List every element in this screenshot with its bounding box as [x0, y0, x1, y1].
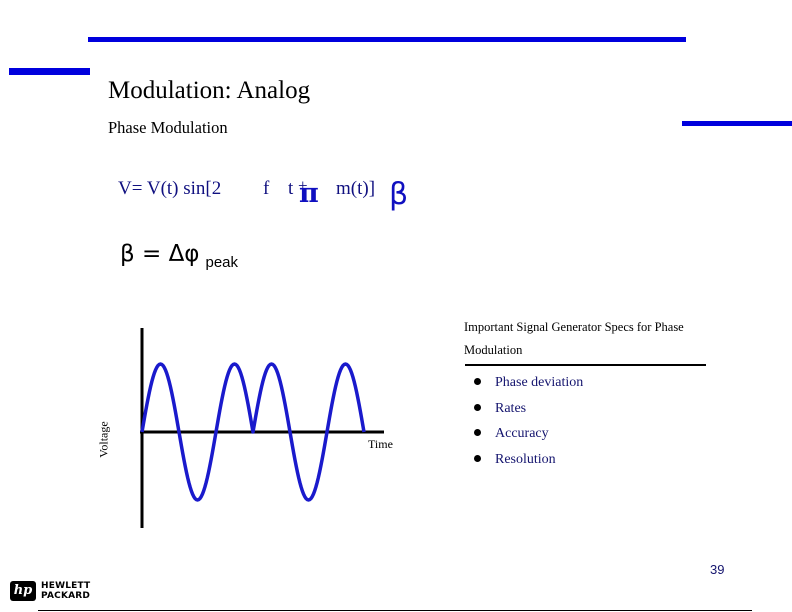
company-line-1: HEWLETT — [41, 581, 91, 591]
company-line-2: PACKARD — [41, 591, 91, 601]
footer-divider — [38, 610, 752, 611]
specs-list-item: Resolution — [474, 449, 583, 475]
bullet-icon — [474, 454, 481, 462]
specs-list: Phase deviation Rates Accuracy Resolutio… — [474, 372, 583, 474]
bullet-icon — [474, 403, 481, 411]
waveform-diagram — [140, 328, 384, 528]
x-axis-label: Time — [368, 437, 393, 451]
hp-logo: hp HEWLETT PACKARD — [10, 581, 100, 603]
page-number: 39 — [710, 562, 725, 577]
specs-list-item: Rates — [474, 398, 583, 424]
hp-company-name: HEWLETT PACKARD — [41, 581, 90, 601]
bullet-icon — [474, 378, 481, 386]
specs-list-item: Accuracy — [474, 423, 583, 449]
specs-heading: Important Signal Generator Specs for Pha… — [464, 320, 684, 357]
spec-label: Rates — [495, 400, 527, 416]
spec-label: Phase deviation — [495, 375, 584, 390]
y-axis-label: Voltage — [96, 421, 111, 458]
spec-label: Resolution — [495, 451, 556, 467]
specs-divider — [465, 364, 706, 366]
specs-list-item: Phase deviation — [474, 372, 583, 398]
hp-logo-icon: hp — [10, 581, 36, 601]
spec-label: Accuracy — [495, 426, 549, 441]
bullet-icon — [474, 429, 481, 437]
